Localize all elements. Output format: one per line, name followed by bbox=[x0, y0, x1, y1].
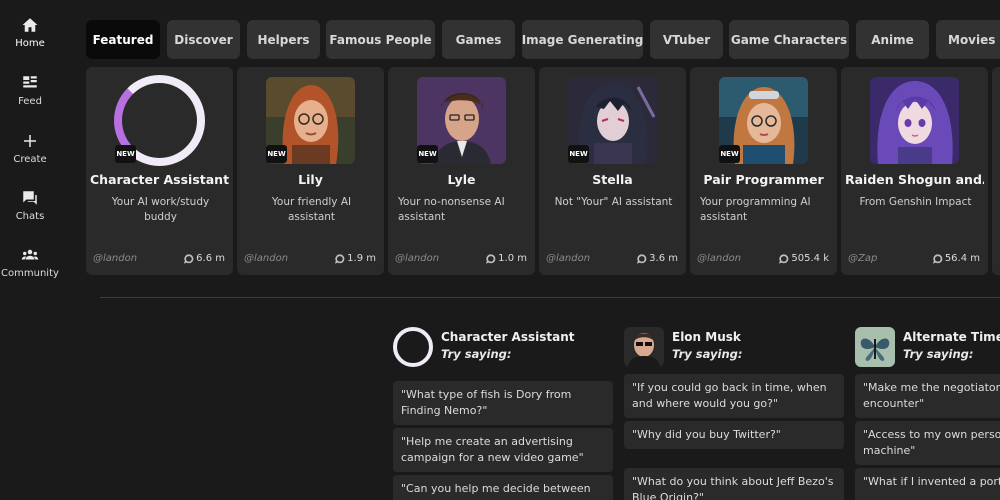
new-badge: NEW bbox=[568, 145, 589, 163]
nav-label: Home bbox=[15, 38, 45, 49]
suggestion-character-name[interactable]: Alternate Timeline bbox=[903, 330, 1000, 344]
character-card[interactable]: NEW Lily Your friendly AI assistant @lan… bbox=[237, 67, 384, 275]
chat-bubble-icon bbox=[335, 253, 345, 264]
tab-movies-tv[interactable]: Movies & TV bbox=[936, 20, 1000, 59]
try-saying-label: Try saying: bbox=[903, 347, 974, 361]
chat-bubble-icon bbox=[486, 253, 496, 264]
suggested-prompt[interactable]: "What if I invented a portal gun?" bbox=[855, 468, 1000, 500]
character-name: Stella bbox=[592, 172, 633, 187]
chat-icon bbox=[23, 191, 37, 205]
chat-count-value: 505.4 k bbox=[791, 253, 829, 264]
new-badge: NEW bbox=[719, 145, 740, 163]
suggested-prompt[interactable]: "Why did you buy Twitter?" bbox=[624, 421, 844, 449]
nav-chats[interactable]: Chats bbox=[0, 189, 60, 222]
chat-count-value: 3.6 m bbox=[649, 253, 678, 264]
character-author: @landon bbox=[697, 253, 742, 264]
plus-icon bbox=[24, 135, 36, 147]
suggested-prompt[interactable]: "What type of fish is Dory from Finding … bbox=[393, 381, 613, 425]
sidebar: Home Feed Create Chats Community bbox=[0, 0, 60, 500]
chat-count: 56.4 m bbox=[932, 253, 980, 264]
chat-bubble-icon bbox=[779, 253, 789, 264]
try-saying-label: Try saying: bbox=[672, 347, 743, 361]
nav-label: Feed bbox=[18, 96, 42, 107]
suggestion-character-name[interactable]: Character Assistant bbox=[441, 330, 575, 344]
suggested-prompt[interactable]: "Access to my own personal time machine" bbox=[855, 421, 1000, 465]
home-icon bbox=[22, 18, 38, 32]
character-name: Lily bbox=[298, 172, 323, 187]
nav-home[interactable]: Home bbox=[0, 16, 60, 49]
chat-bubble-icon bbox=[637, 253, 647, 264]
new-badge: NEW bbox=[115, 145, 136, 163]
character-description: Your programming AI assistant bbox=[700, 196, 811, 223]
suggested-prompt[interactable]: "What do you think about Jeff Bezo's Blu… bbox=[624, 468, 844, 500]
suggested-prompt-text: "Access to my own personal time machine" bbox=[863, 428, 1000, 457]
nav-create[interactable]: Create bbox=[0, 132, 60, 165]
chat-count: 505.4 k bbox=[779, 253, 829, 264]
tab-discover[interactable]: Discover bbox=[167, 20, 240, 59]
nav-label: Chats bbox=[15, 211, 45, 222]
chat-count: 3.6 m bbox=[637, 253, 678, 264]
tab-vtuber[interactable]: VTuber bbox=[650, 20, 723, 59]
tab-image-generating[interactable]: Image Generating bbox=[522, 20, 643, 59]
character-author: @landon bbox=[93, 253, 138, 264]
chat-count: 6.6 m bbox=[184, 253, 225, 264]
nav-label: Community bbox=[1, 268, 59, 279]
character-card[interactable]: NEW Lyle Your no-nonsense AI assistant @… bbox=[388, 67, 535, 275]
character-author: @landon bbox=[546, 253, 591, 264]
suggested-prompt[interactable]: "Help me create an advertising campaign … bbox=[393, 428, 613, 472]
elon-musk-avatar bbox=[624, 327, 664, 367]
suggested-prompt[interactable]: "If you could go back in time, when and … bbox=[624, 374, 844, 418]
character-name: Character Assistant bbox=[90, 172, 229, 187]
tab-anime[interactable]: Anime bbox=[856, 20, 929, 59]
category-tabs: Featured Discover Helpers Famous People … bbox=[86, 20, 1000, 60]
chat-count-value: 56.4 m bbox=[944, 253, 980, 264]
character-author: @landon bbox=[244, 253, 289, 264]
nav-community[interactable]: Community bbox=[0, 246, 60, 279]
feed-icon bbox=[23, 76, 37, 88]
character-description: Your friendly AI assistant bbox=[271, 196, 352, 223]
suggested-prompt[interactable]: "Can you help me decide between the bbox=[393, 475, 613, 500]
try-saying-label: Try saying: bbox=[441, 347, 512, 361]
character-card[interactable]: NEW Stella Not "Your" AI assistant @land… bbox=[539, 67, 686, 275]
tab-helpers[interactable]: Helpers bbox=[247, 20, 320, 59]
chat-count-value: 1.9 m bbox=[347, 253, 376, 264]
nav-feed[interactable]: Feed bbox=[0, 74, 60, 107]
character-description: Your AI work/study buddy bbox=[111, 196, 210, 223]
character-card[interactable]: Raiden Shogun and… From Genshin Impact @… bbox=[841, 67, 988, 275]
new-badge: NEW bbox=[417, 145, 438, 163]
chat-count: 1.9 m bbox=[335, 253, 376, 264]
suggested-prompt[interactable]: "Make me the negotiator for an alien enc… bbox=[855, 374, 1000, 418]
character-card-list: NEW Character Assistant Your AI work/stu… bbox=[86, 67, 1000, 277]
chat-bubble-icon bbox=[184, 253, 194, 264]
character-name: Lyle bbox=[447, 172, 476, 187]
tab-famous-people[interactable]: Famous People bbox=[326, 20, 435, 59]
community-icon bbox=[21, 249, 39, 260]
chat-count-value: 1.0 m bbox=[498, 253, 527, 264]
nav-label: Create bbox=[13, 154, 47, 165]
suggested-prompt-text: "Make me the negotiator for an alien enc… bbox=[863, 381, 1000, 410]
character-name: Pair Programmer bbox=[703, 172, 824, 187]
tab-game-characters[interactable]: Game Characters bbox=[729, 20, 849, 59]
chat-count-value: 6.6 m bbox=[196, 253, 225, 264]
character-author: @landon bbox=[395, 253, 440, 264]
character-assistant-avatar bbox=[393, 327, 433, 367]
chat-count: 1.0 m bbox=[486, 253, 527, 264]
chat-bubble-icon bbox=[932, 253, 943, 264]
character-card[interactable]: NEW Pair Programmer Your programming AI … bbox=[690, 67, 837, 275]
character-card-partial[interactable] bbox=[992, 67, 1000, 275]
alternate-timeline-avatar bbox=[855, 327, 895, 367]
character-author: @Zap bbox=[848, 253, 878, 264]
section-divider bbox=[100, 297, 1000, 298]
character-description: Your no-nonsense AI assistant bbox=[398, 196, 505, 223]
character-card[interactable]: NEW Character Assistant Your AI work/stu… bbox=[86, 67, 233, 275]
raiden-shogun-avatar bbox=[870, 77, 959, 164]
tab-featured[interactable]: Featured bbox=[86, 20, 160, 59]
character-description: From Genshin Impact bbox=[859, 196, 972, 208]
character-name: Raiden Shogun and… bbox=[845, 172, 984, 187]
new-badge: NEW bbox=[266, 145, 287, 163]
character-description: Not "Your" AI assistant bbox=[554, 196, 673, 208]
tab-games[interactable]: Games bbox=[442, 20, 515, 59]
suggested-prompt-text: "What if I invented a portal gun?" bbox=[863, 475, 1000, 488]
suggestion-character-name[interactable]: Elon Musk bbox=[672, 330, 741, 344]
